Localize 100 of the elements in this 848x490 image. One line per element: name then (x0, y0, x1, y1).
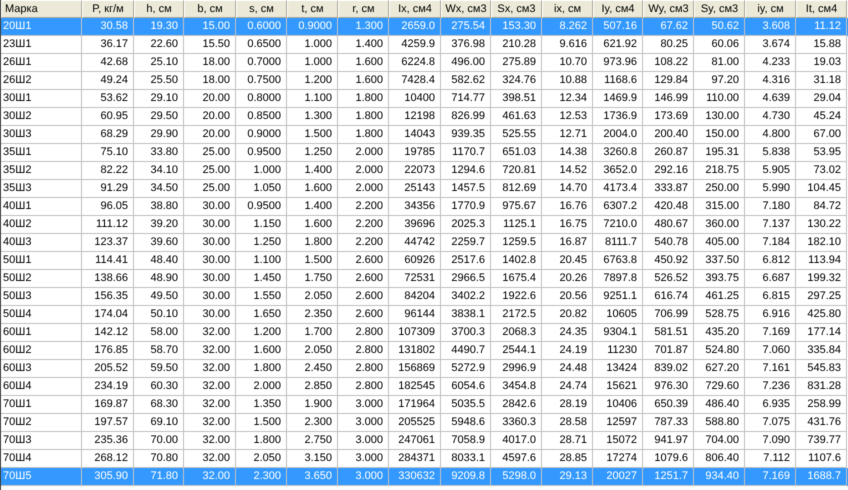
column-header[interactable]: Марка (1, 0, 82, 18)
table-row[interactable]: 30Ш1 53.62 29.10 20.00 0.8000 1.100 1.800 10400 714.77 398.51 12.34 1469.9 146.99 110.00 4.639 29.04 (1, 90, 848, 108)
table-cell: 2996.9 (491, 360, 542, 378)
table-cell: 6.812 (745, 252, 796, 270)
table-cell: 150.00 (694, 126, 745, 144)
table-cell: 14.52 (542, 162, 593, 180)
table-cell: 20.00 (184, 90, 236, 108)
table-cell: 12.71 (542, 126, 593, 144)
table-cell: 2004.0 (593, 126, 643, 144)
table-row[interactable]: 50Ш1 114.41 48.40 30.00 1.100 1.500 2.600 60926 2517.6 1402.8 20.45 6763.8 450.92 337.50 6.812 113.94 (1, 252, 848, 270)
table-cell: 524.80 (694, 342, 745, 360)
table-cell: 4017.0 (491, 432, 542, 450)
table-cell: 107309 (389, 324, 441, 342)
table-cell: 25.00 (184, 162, 236, 180)
table-cell: 1469.9 (593, 90, 643, 108)
table-cell: 486.40 (694, 396, 745, 414)
column-header[interactable]: Sy, см3 (694, 0, 745, 18)
table-row[interactable]: 60Ш3 205.52 59.50 32.00 1.800 2.450 2.800 156869 5272.9 2996.9 24.48 13424 839.02 627.20 7.161 545.83 (1, 360, 848, 378)
column-header[interactable]: ix, см (542, 0, 593, 18)
column-header[interactable]: Ix, см4 (389, 0, 441, 18)
table-row[interactable]: 60Ш4 234.19 60.30 32.00 2.000 2.850 2.800 182545 6054.6 3454.8 24.74 15621 976.30 729.60 7.236 831.28 (1, 378, 848, 396)
table-cell: 210.28 (491, 36, 542, 54)
table-cell: 200.40 (643, 126, 694, 144)
column-header[interactable]: t, см (287, 0, 338, 18)
table-cell: 53.95 (796, 144, 847, 162)
table-cell: 2.850 (287, 378, 338, 396)
table-row[interactable]: 40Ш3 123.37 39.60 30.00 1.250 1.800 2.200 44742 2259.7 1259.5 16.87 8111.7 540.78 405.00 7.184 182.10 (1, 234, 848, 252)
column-header[interactable]: r, см (338, 0, 389, 18)
table-cell: 30.00 (184, 252, 236, 270)
table-cell: 3.650 (287, 468, 338, 486)
table-cell: 32.00 (184, 396, 236, 414)
table-cell: 1.800 (338, 108, 389, 126)
column-header[interactable]: It, см4 (796, 0, 847, 18)
table-cell: 976.30 (643, 378, 694, 396)
table-row[interactable]: 35Ш2 82.22 34.10 25.00 1.000 1.400 2.000 22073 1294.6 720.81 14.52 3652.0 292.16 218.75 5.905 73.02 (1, 162, 848, 180)
table-row[interactable]: 35Ш1 75.10 33.80 25.00 0.9500 1.250 2.000 19785 1170.7 651.03 14.38 3260.8 260.87 195.31 5.838 53.95 (1, 144, 848, 162)
table-cell: 29.50 (134, 108, 184, 126)
table-row[interactable]: 60Ш2 176.85 58.70 32.00 1.600 2.050 2.800 131802 4490.7 2544.1 24.19 11230 701.87 524.80 7.060 335.84 (1, 342, 848, 360)
table-row[interactable]: 26Ш1 42.68 25.10 18.00 0.7000 1.000 1.600 6224.8 496.00 275.89 10.70 973.96 108.22 81.00 4.233 19.03 (1, 54, 848, 72)
table-cell: 30.00 (184, 234, 236, 252)
column-header[interactable]: s, см (236, 0, 287, 18)
table-cell: 4259.9 (389, 36, 441, 54)
table-row[interactable]: 40Ш2 111.12 39.20 30.00 1.150 1.600 2.200 39696 2025.3 1125.1 16.75 7210.0 480.67 360.00 7.137 130.22 (1, 216, 848, 234)
table-cell: 939.35 (441, 126, 491, 144)
table-cell: 1.800 (236, 432, 287, 450)
table-cell: 156869 (389, 360, 441, 378)
table-cell: 973.96 (593, 54, 643, 72)
table-row[interactable]: 35Ш3 91.29 34.50 25.00 1.050 1.600 2.000 25143 1457.5 812.69 14.70 4173.4 333.87 250.00 5.990 104.45 (1, 180, 848, 198)
table-cell: 1.250 (287, 144, 338, 162)
table-cell: 701.87 (643, 342, 694, 360)
table-cell: 2.350 (287, 306, 338, 324)
table-cell: 4.800 (745, 126, 796, 144)
table-cell: 6307.2 (593, 198, 643, 216)
table-cell: 30Ш1 (1, 90, 82, 108)
column-header[interactable]: b, см (184, 0, 236, 18)
column-header[interactable]: Wx, см3 (441, 0, 491, 18)
table-row[interactable]: 30Ш3 68.29 29.90 20.00 0.9000 1.500 1.800 14043 939.35 525.55 12.71 2004.0 200.40 150.00 4.800 67.00 (1, 126, 848, 144)
table-cell: 14.70 (542, 180, 593, 198)
table-cell: 32.00 (184, 414, 236, 432)
table-cell: 60Ш3 (1, 360, 82, 378)
table-row[interactable]: 70Ш2 197.57 69.10 32.00 1.500 2.300 3.000 205525 5948.6 3360.3 28.58 12597 787.33 588.80 7.075 431.76 (1, 414, 848, 432)
table-row[interactable]: 23Ш1 36.17 22.60 15.50 0.6500 1.000 1.400 4259.9 376.98 210.28 9.616 621.92 80.25 60.06 3.674 15.88 (1, 36, 848, 54)
table-cell: 0.7000 (236, 54, 287, 72)
table-row[interactable]: 40Ш1 96.05 38.80 30.00 0.9500 1.400 2.200 34356 1770.9 975.67 16.76 6307.2 420.48 315.00 7.180 84.72 (1, 198, 848, 216)
column-header[interactable]: h, см (134, 0, 184, 18)
table-row[interactable]: 60Ш1 142.12 58.00 32.00 1.200 1.700 2.800 107309 3700.3 2068.3 24.35 9304.1 581.51 435.20 7.169 177.14 (1, 324, 848, 342)
table-row[interactable]: 50Ш4 174.04 50.10 30.00 1.650 2.350 2.600 96144 3838.1 2172.5 20.82 10605 706.99 528.75 6.916 425.80 (1, 306, 848, 324)
table-cell: 1.650 (236, 306, 287, 324)
table-cell: 12.53 (542, 108, 593, 126)
table-cell: 616.74 (643, 288, 694, 306)
table-cell: 0.6500 (236, 36, 287, 54)
column-header[interactable]: Wy, см3 (643, 0, 694, 18)
table-cell: 2068.3 (491, 324, 542, 342)
table-row[interactable]: 50Ш3 156.35 49.50 30.00 1.550 2.050 2.600 84204 3402.2 1922.6 20.56 9251.1 616.74 461.25 6.815 297.25 (1, 288, 848, 306)
column-header[interactable]: Sx, см3 (491, 0, 542, 18)
table-cell: 131802 (389, 342, 441, 360)
table-cell: 195.31 (694, 144, 745, 162)
table-cell: 11230 (593, 342, 643, 360)
table-cell: 35Ш1 (1, 144, 82, 162)
table-cell: 11.12 (796, 18, 847, 36)
table-row[interactable]: 26Ш2 49.24 25.50 18.00 0.7500 1.200 1.600 7428.4 582.62 324.76 10.88 1168.6 129.84 97.20 4.316 31.18 (1, 72, 848, 90)
table-cell: 38.80 (134, 198, 184, 216)
column-header[interactable]: iy, см (745, 0, 796, 18)
table-cell: 177.14 (796, 324, 847, 342)
table-cell: 6.815 (745, 288, 796, 306)
table-cell: 171964 (389, 396, 441, 414)
table-row[interactable]: 50Ш2 138.66 48.90 30.00 1.450 1.750 2.600 72531 2966.5 1675.4 20.26 7897.8 526.52 393.75 6.687 199.32 (1, 270, 848, 288)
table-cell: 330632 (389, 468, 441, 486)
column-header[interactable]: P, кг/м (82, 0, 134, 18)
table-row[interactable]: 30Ш2 60.95 29.50 20.00 0.8500 1.300 1.800 12198 826.99 461.63 12.53 1736.9 173.69 130.00 4.730 45.24 (1, 108, 848, 126)
table-cell: 812.69 (491, 180, 542, 198)
table-cell: 1770.9 (441, 198, 491, 216)
column-header[interactable]: Iy, см4 (593, 0, 643, 18)
table-row[interactable]: 70Ш1 169.87 68.30 32.00 1.350 1.900 3.000 171964 5035.5 2842.6 28.19 10406 650.39 486.40 6.935 258.99 (1, 396, 848, 414)
table-cell: 68.30 (134, 396, 184, 414)
table-row[interactable]: 70Ш3 235.36 70.00 32.00 1.800 2.750 3.000 247061 7058.9 4017.0 28.71 15072 941.97 704.00 7.090 739.77 (1, 432, 848, 450)
table-cell: 1.600 (338, 72, 389, 90)
table-cell: 5272.9 (441, 360, 491, 378)
table-cell: 0.6000 (236, 18, 287, 36)
table-cell: 3.000 (338, 432, 389, 450)
